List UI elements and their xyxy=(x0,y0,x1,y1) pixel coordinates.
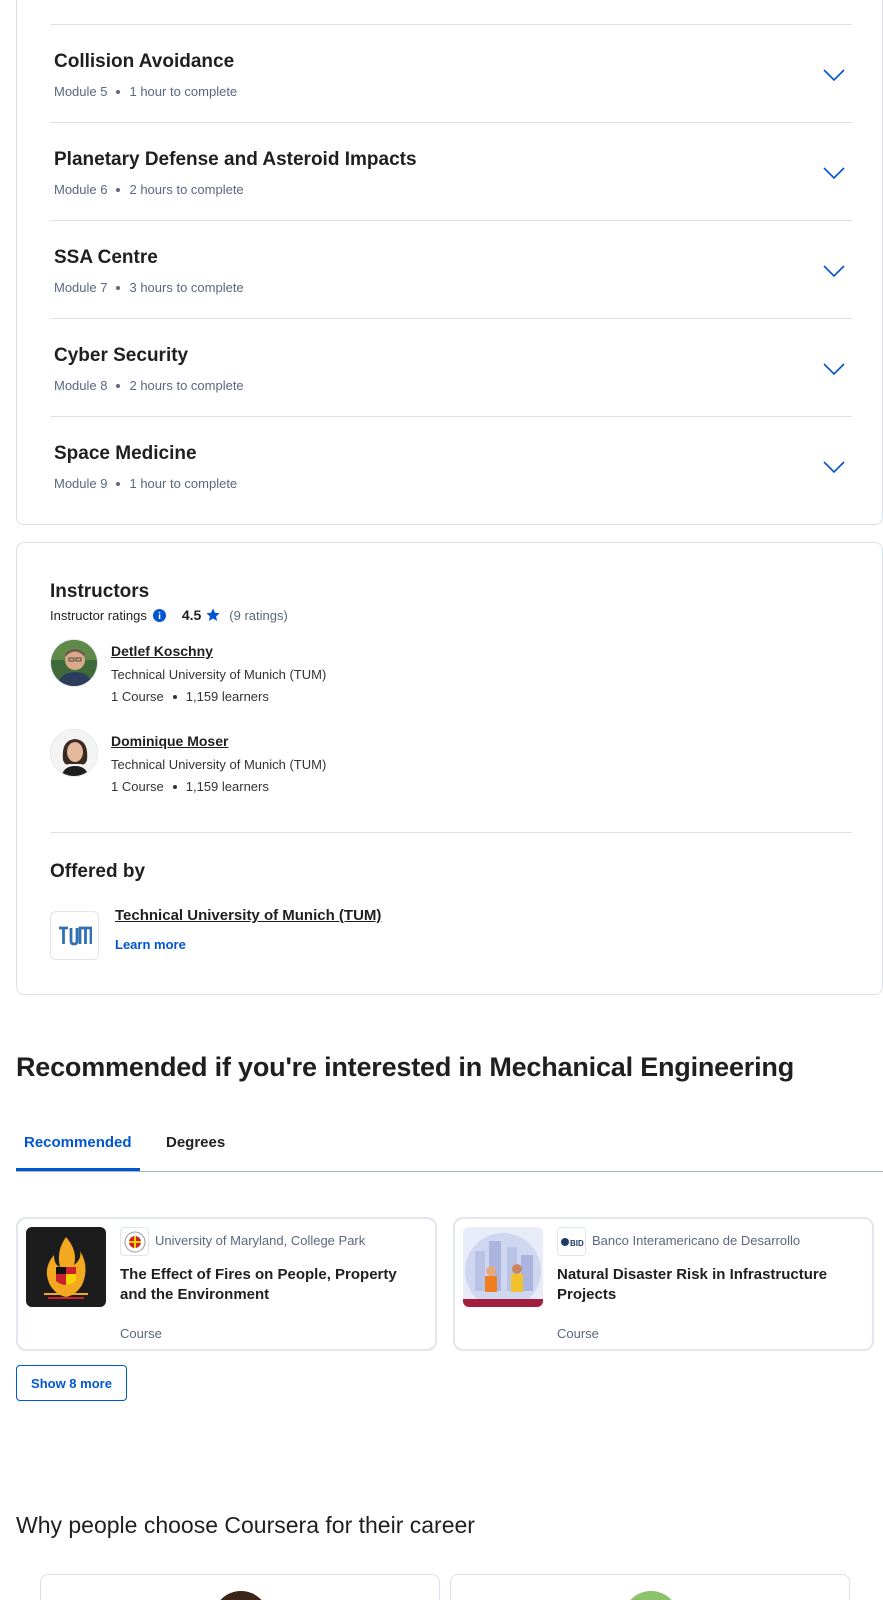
module-meta: Module 6 2 hours to complete xyxy=(54,182,244,197)
module-row[interactable]: Collision Avoidance Module 5 1 hour to c… xyxy=(50,24,852,124)
course-type: Course xyxy=(120,1326,162,1341)
why-coursera-heading: Why people choose Coursera for their car… xyxy=(16,1512,475,1538)
partner-name-link[interactable]: Technical University of Munich (TUM) xyxy=(115,907,381,924)
module-duration: 3 hours to complete xyxy=(129,280,244,295)
module-title: Space Medicine xyxy=(54,443,197,464)
instructors-card: Instructors Instructor ratings 4.5 (9 ra… xyxy=(16,542,883,995)
chevron-down-icon[interactable] xyxy=(820,61,848,89)
separator-dot xyxy=(116,89,121,94)
instructor-learners: 1,159 learners xyxy=(185,689,269,704)
chevron-down-icon[interactable] xyxy=(820,257,848,285)
separator-dot xyxy=(172,694,177,699)
rating-value: 4.5 xyxy=(181,607,202,623)
tab-recommended[interactable]: Recommended xyxy=(16,1134,140,1172)
module-row[interactable]: Cyber Security Module 8 2 hours to compl… xyxy=(50,318,852,418)
module-number: Module 6 xyxy=(54,182,108,197)
show-more-button[interactable]: Show 8 more xyxy=(16,1365,127,1401)
separator-dot xyxy=(172,784,177,789)
instructor-ratings: Instructor ratings 4.5 (9 ratings) xyxy=(50,607,288,623)
module-meta: Module 8 2 hours to complete xyxy=(54,378,244,393)
module-number: Module 8 xyxy=(54,378,108,393)
module-duration: 1 hour to complete xyxy=(129,476,238,491)
module-row[interactable]: Planetary Defense and Asteroid Impacts M… xyxy=(50,122,852,222)
recommended-heading: Recommended if you're interested in Mech… xyxy=(16,1052,795,1082)
instructor-stats: 1 Course 1,159 learners xyxy=(111,689,269,704)
course-partner: Banco Interamericano de Desarrollo xyxy=(592,1233,801,1248)
testimonial-card xyxy=(450,1574,850,1600)
separator-dot xyxy=(116,383,121,388)
chevron-down-icon[interactable] xyxy=(820,159,848,187)
tabs-divider xyxy=(16,1171,883,1172)
module-title: Planetary Defense and Asteroid Impacts xyxy=(54,149,417,170)
offered-by-heading: Offered by xyxy=(50,861,146,882)
info-icon[interactable] xyxy=(152,608,166,622)
ratings-label: Instructor ratings xyxy=(50,607,147,623)
instructor-learners: 1,159 learners xyxy=(185,779,269,794)
learn-more-link[interactable]: Learn more xyxy=(115,937,186,952)
course-partner: University of Maryland, College Park xyxy=(155,1233,366,1248)
module-duration: 2 hours to complete xyxy=(129,378,244,393)
course-thumbnail xyxy=(463,1227,543,1307)
module-number: Module 9 xyxy=(54,476,108,491)
instructor-item: Detlef Koschny Technical University of M… xyxy=(50,639,450,704)
separator-dot xyxy=(116,481,121,486)
avatar xyxy=(213,1591,269,1600)
module-row[interactable]: SSA Centre Module 7 3 hours to complete xyxy=(50,220,852,320)
syllabus-modules-card: Collision Avoidance Module 5 1 hour to c… xyxy=(16,0,883,525)
module-meta: Module 7 3 hours to complete xyxy=(54,280,244,295)
module-title: Collision Avoidance xyxy=(54,51,235,72)
svg-text:BID: BID xyxy=(570,1239,584,1248)
module-meta: Module 9 1 hour to complete xyxy=(54,476,237,491)
module-meta: Module 5 1 hour to complete xyxy=(54,84,237,99)
module-title: Cyber Security xyxy=(54,345,189,366)
tab-degrees[interactable]: Degrees xyxy=(166,1134,225,1172)
separator-dot xyxy=(116,285,121,290)
module-number: Module 7 xyxy=(54,280,108,295)
instructor-courses: 1 Course xyxy=(111,689,164,704)
module-title: SSA Centre xyxy=(54,247,158,268)
avatar xyxy=(50,729,98,777)
instructor-item: Dominique Moser Technical University of … xyxy=(50,729,450,794)
course-thumbnail xyxy=(26,1227,106,1307)
bid-logo: BID xyxy=(557,1227,586,1256)
module-duration: 1 hour to complete xyxy=(129,84,238,99)
course-title: The Effect of Fires on People, Property … xyxy=(120,1266,397,1303)
course-card[interactable]: BID Banco Interamericano de Desarrollo N… xyxy=(453,1217,874,1351)
module-row[interactable]: Space Medicine Module 9 1 hour to comple… xyxy=(50,416,852,516)
chevron-down-icon[interactable] xyxy=(820,453,848,481)
instructor-org: Technical University of Munich (TUM) xyxy=(111,757,327,772)
instructor-org: Technical University of Munich (TUM) xyxy=(111,667,327,682)
instructor-courses: 1 Course xyxy=(111,779,164,794)
tum-logo[interactable] xyxy=(50,911,99,960)
module-number: Module 5 xyxy=(54,84,108,99)
course-title: Natural Disaster Risk in Infrastructure … xyxy=(557,1266,828,1303)
rating-count: (9 ratings) xyxy=(229,607,288,623)
avatar xyxy=(50,639,98,687)
section-divider xyxy=(50,832,852,833)
avatar xyxy=(623,1591,679,1600)
star-icon xyxy=(205,607,221,623)
chevron-down-icon[interactable] xyxy=(820,355,848,383)
module-duration: 2 hours to complete xyxy=(129,182,244,197)
separator-dot xyxy=(116,187,121,192)
instructor-name-link[interactable]: Detlef Koschny xyxy=(111,643,213,659)
testimonial-card xyxy=(40,1574,440,1600)
instructor-stats: 1 Course 1,159 learners xyxy=(111,779,269,794)
course-card[interactable]: University of Maryland, College Park The… xyxy=(16,1217,437,1351)
course-type: Course xyxy=(557,1326,599,1341)
instructor-name-link[interactable]: Dominique Moser xyxy=(111,733,228,749)
instructors-heading: Instructors xyxy=(50,581,150,602)
umd-seal-logo xyxy=(120,1227,149,1256)
